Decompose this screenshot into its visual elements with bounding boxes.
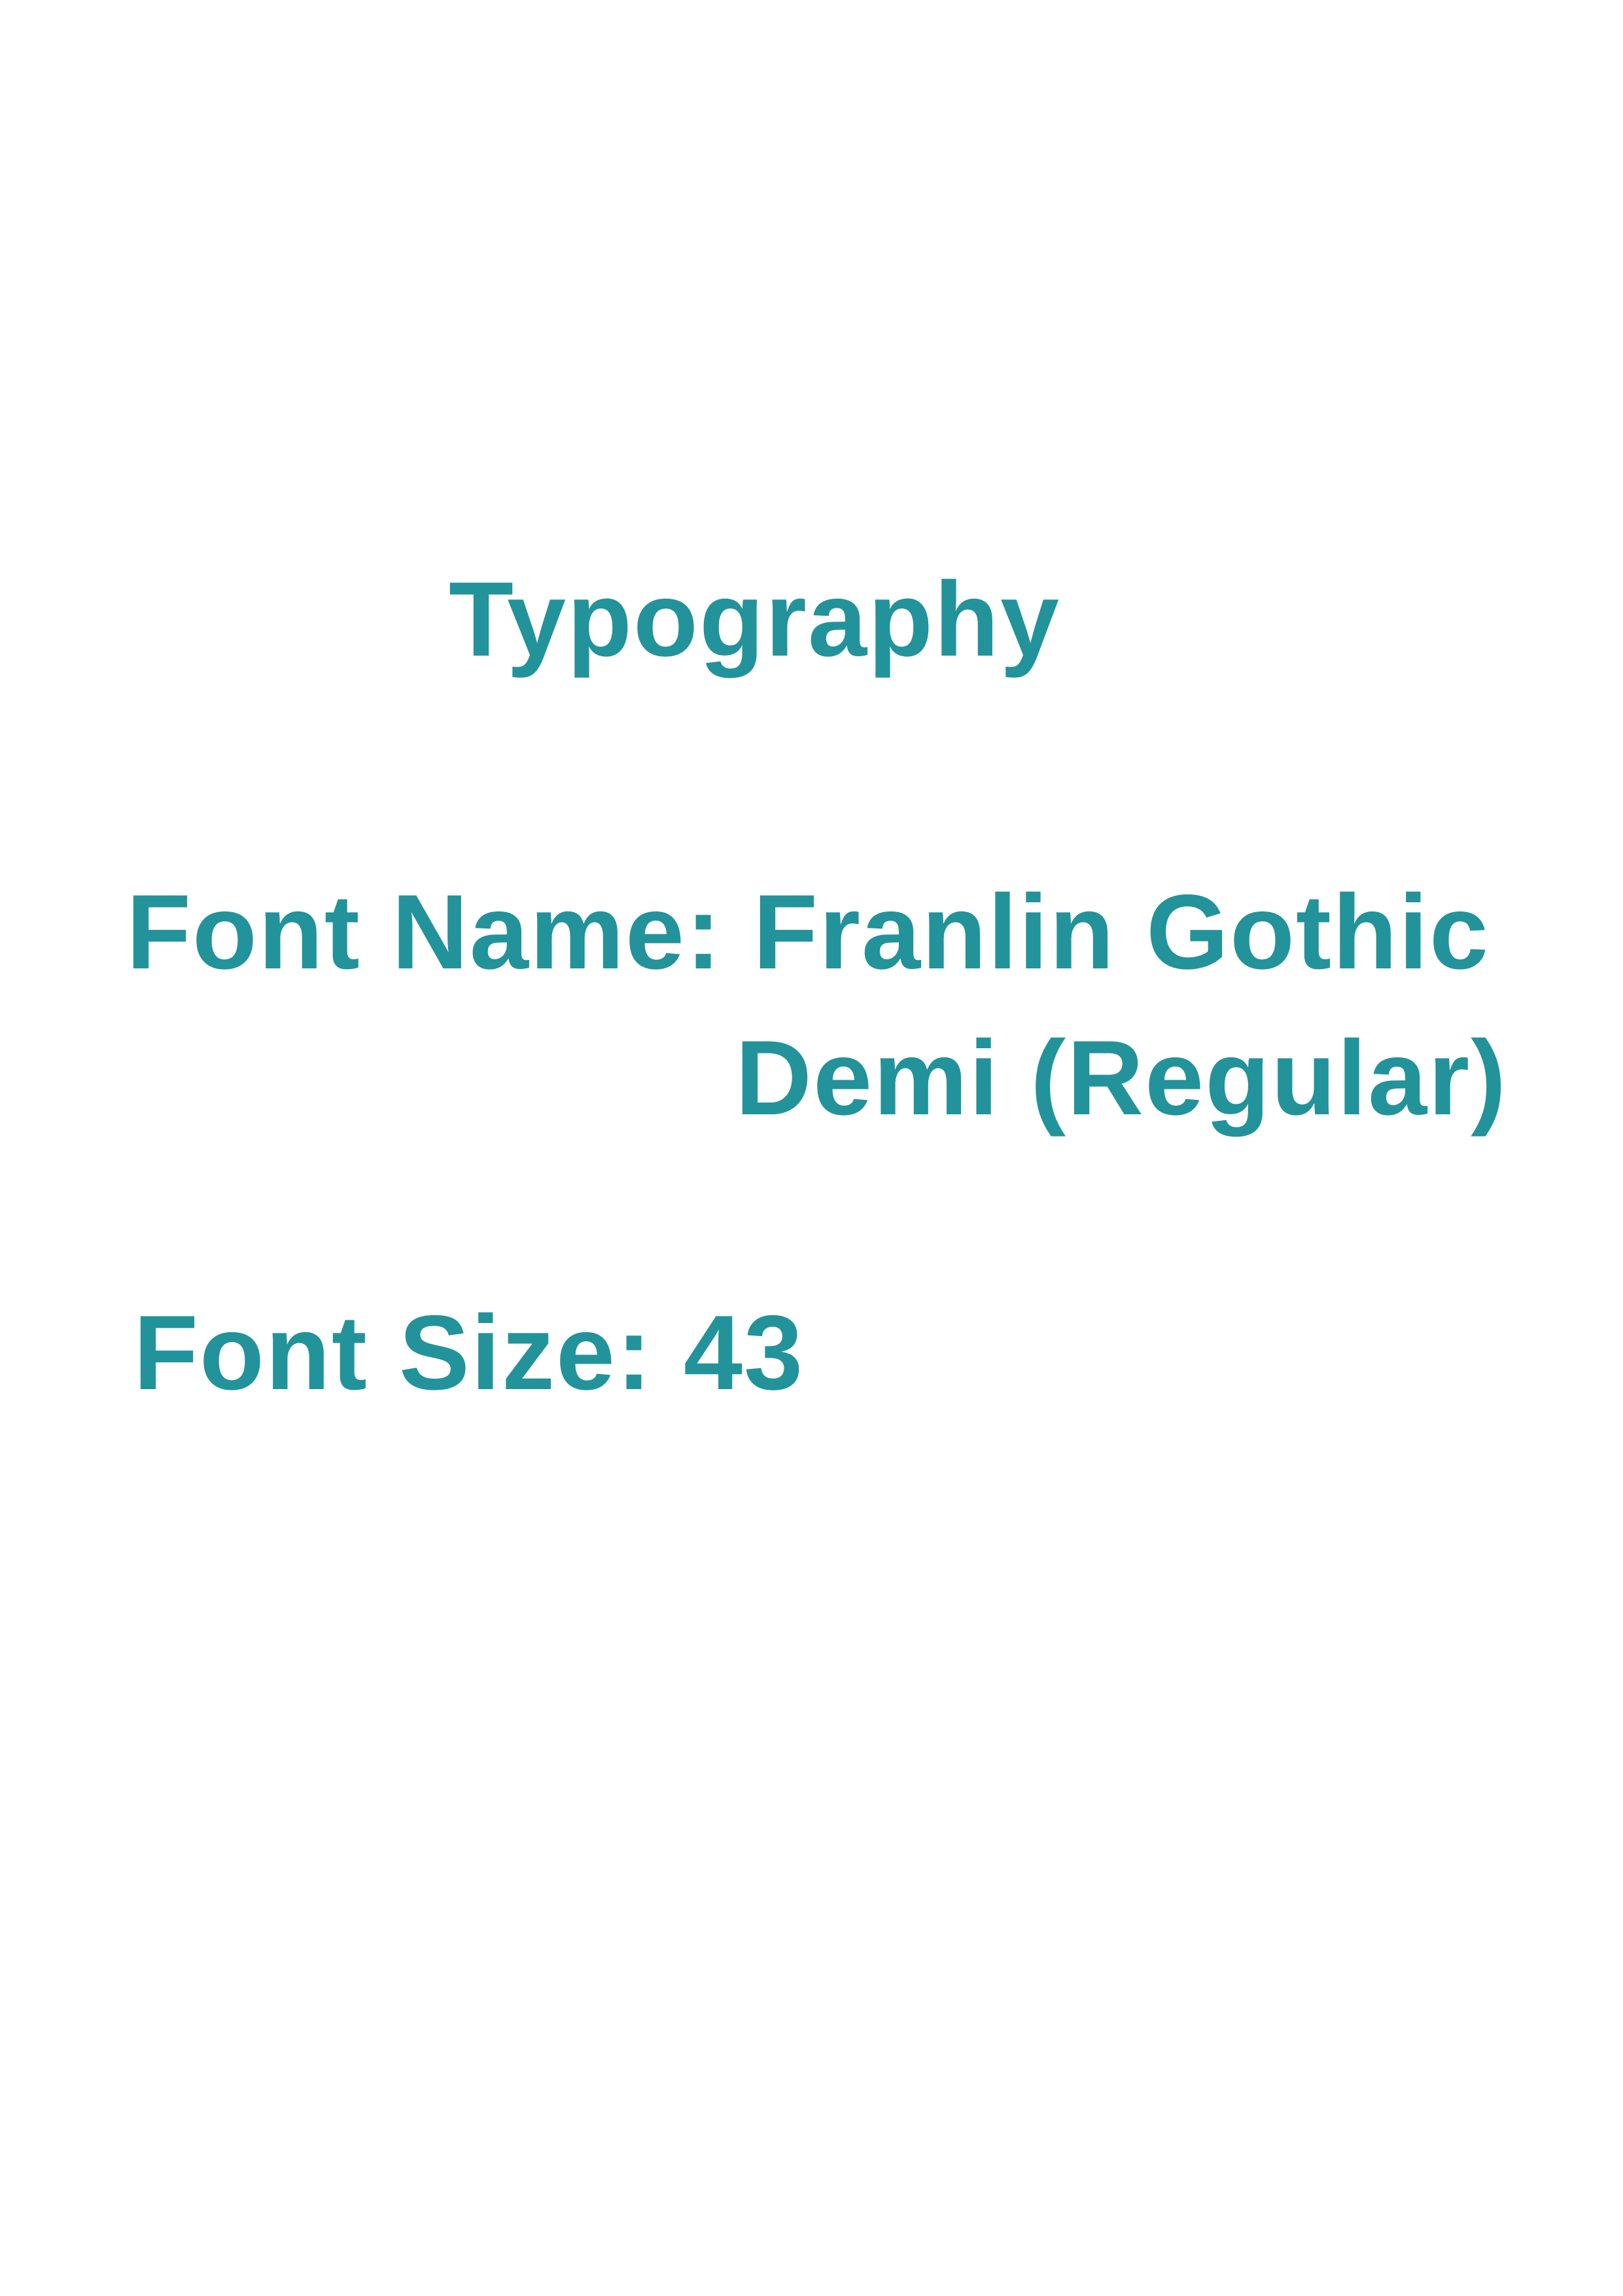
page-title: Typography (449, 560, 1061, 679)
font-name-text-continued: Demi (Regular) (735, 1019, 1508, 1137)
font-name-text: Font Name: Franlin Gothic (126, 873, 1490, 991)
font-size-text: Font Size: 43 (133, 1294, 805, 1412)
document-page: Typography Font Name: Franlin Gothic Dem… (0, 0, 1623, 2296)
